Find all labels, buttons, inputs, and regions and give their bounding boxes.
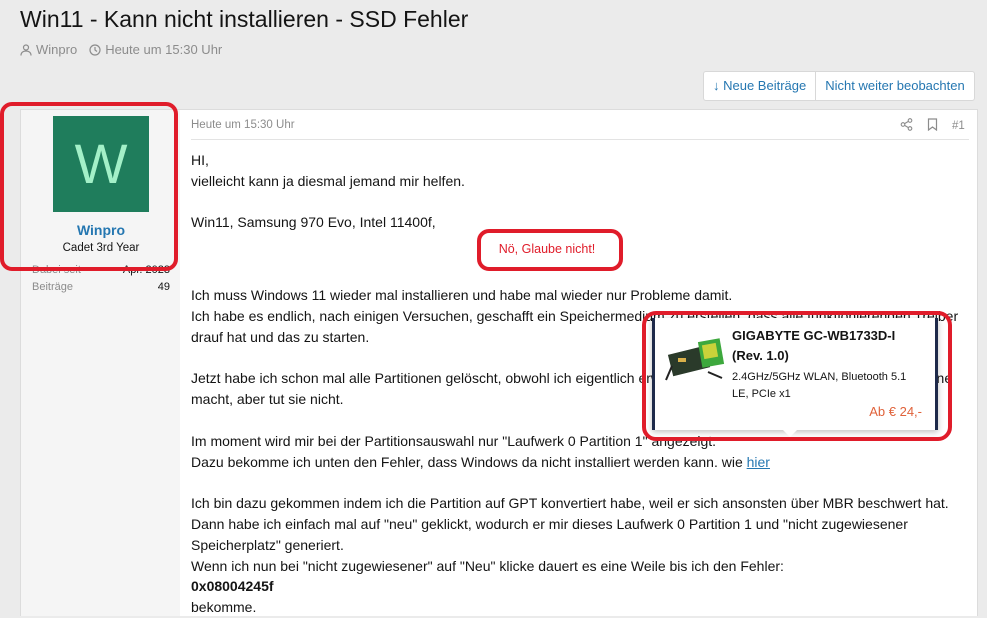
post-date[interactable]: Heute um 15:30 Uhr [191,119,295,131]
post-line: Ich muss Windows 11 wieder mal installie… [191,287,733,304]
post-divider [191,139,969,140]
clock-icon [89,43,101,56]
stat-value-posts: 49 [157,281,170,293]
post-number[interactable]: #1 [952,120,965,132]
new-posts-button[interactable]: ↓ Neue Beiträge [704,72,815,100]
thread-toolbar: ↓ Neue Beiträge Nicht weiter beobachten [703,71,975,101]
post-line: HI, [191,152,209,168]
post-line: Dazu bekomme ich unten den Fehler, dass … [191,452,971,473]
bookmark-icon[interactable] [927,118,938,134]
post-line-text: Dazu bekomme ich unten den Fehler, dass … [191,453,747,470]
post-actions: #1 [900,118,965,134]
annotation-box-tooltip [642,311,952,441]
error-code: 0x08004245f [191,578,274,595]
stat-label-posts: Beiträge [32,281,73,293]
thread-time: Heute um 15:30 Uhr [105,42,223,57]
post-line: Wenn ich nun bei "nicht zugewiesener" au… [191,557,784,574]
thread-author-link[interactable]: Winpro [36,42,77,57]
post-line: Ich bin dazu gekommen indem ich die Part… [191,495,949,553]
annotation-box-user [0,102,178,271]
share-icon[interactable] [900,118,913,134]
annotation-text: Nö, Glaube nicht! [498,242,596,256]
thread-title: Win11 - Kann nicht installieren - SSD Fe… [20,6,469,32]
post-line: vielleicht kann ja diesmal jemand mir he… [191,172,465,189]
user-icon [20,43,32,56]
unwatch-button[interactable]: Nicht weiter beobachten [815,72,973,100]
post-link-hier[interactable]: hier [747,454,770,470]
thread-meta: Winpro Heute um 15:30 Uhr [20,42,222,57]
